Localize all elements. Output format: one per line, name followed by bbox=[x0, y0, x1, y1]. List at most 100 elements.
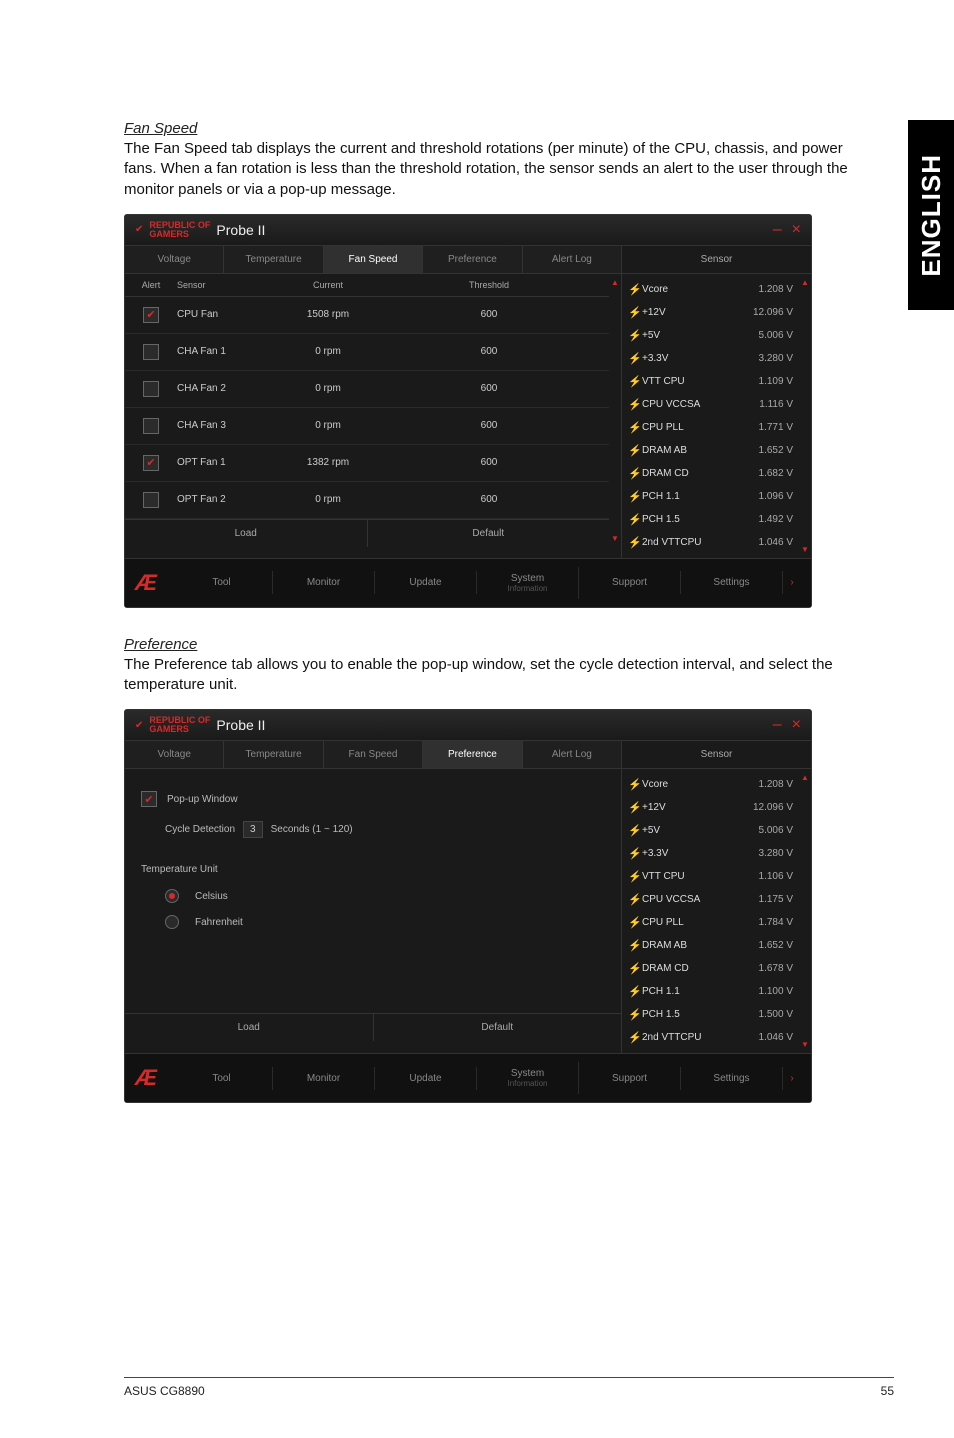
footer-settings[interactable]: Settings bbox=[681, 1067, 783, 1090]
fan-threshold-value[interactable]: 600 bbox=[373, 346, 605, 357]
tab-voltage[interactable]: Voltage bbox=[125, 246, 224, 273]
sensor-scrollbar[interactable]: ▲ ▼ bbox=[799, 274, 811, 558]
scroll-down-icon[interactable]: ▼ bbox=[801, 545, 809, 554]
default-button[interactable]: Default bbox=[368, 520, 610, 547]
sensor-value: 3.280 V bbox=[737, 353, 793, 364]
scroll-down-icon[interactable]: ▼ bbox=[611, 534, 619, 543]
footer-settings[interactable]: Settings bbox=[681, 571, 783, 594]
close-button[interactable]: × bbox=[792, 716, 801, 734]
bolt-icon: ⚡ bbox=[628, 939, 642, 952]
footer-tool[interactable]: Tool bbox=[171, 571, 273, 594]
sensor-value: 5.006 V bbox=[737, 825, 793, 836]
sensor-name: CPU VCCSA bbox=[642, 894, 737, 905]
footer-support[interactable]: Support bbox=[579, 1067, 681, 1090]
tab-alert-log[interactable]: Alert Log bbox=[523, 246, 621, 273]
bolt-icon: ⚡ bbox=[628, 421, 642, 434]
fan-threshold-value[interactable]: 600 bbox=[373, 494, 605, 505]
sensor-row: ⚡+12V12.096 V bbox=[622, 301, 799, 324]
load-button[interactable]: Load bbox=[125, 1014, 374, 1041]
sensor-row: ⚡+3.3V3.280 V bbox=[622, 842, 799, 865]
scrollbar[interactable]: ▲ ▼ bbox=[609, 274, 621, 547]
main-tabs: Voltage Temperature Fan Speed Preference… bbox=[125, 741, 621, 769]
footer-tool[interactable]: Tool bbox=[171, 1067, 273, 1090]
cycle-value-dropdown[interactable]: 3 bbox=[243, 821, 263, 838]
footer-update[interactable]: Update bbox=[375, 571, 477, 594]
sensor-value: 1.116 V bbox=[737, 399, 793, 410]
footer-monitor[interactable]: Monitor bbox=[273, 571, 375, 594]
footer-chevron-icon[interactable]: › bbox=[783, 1073, 801, 1084]
alert-checkbox[interactable] bbox=[143, 381, 159, 397]
sensor-name: +5V bbox=[642, 825, 737, 836]
titlebar: ✔ REPUBLIC OF GAMERS Probe II – × bbox=[125, 710, 811, 741]
fan-row: OPT Fan 20 rpm600 bbox=[125, 482, 609, 519]
fan-current-value: 0 rpm bbox=[283, 494, 373, 505]
tab-alert-log[interactable]: Alert Log bbox=[523, 741, 621, 768]
bolt-icon: ⚡ bbox=[628, 398, 642, 411]
footer-sysinfo[interactable]: System Information bbox=[477, 1062, 579, 1094]
tab-voltage[interactable]: Voltage bbox=[125, 741, 224, 768]
fan-threshold-value[interactable]: 600 bbox=[373, 309, 605, 320]
fahrenheit-radio[interactable] bbox=[165, 915, 179, 929]
sensor-name: +5V bbox=[642, 330, 737, 341]
alert-checkbox[interactable] bbox=[143, 492, 159, 508]
footer-support[interactable]: Support bbox=[579, 571, 681, 594]
scroll-up-icon[interactable]: ▲ bbox=[801, 278, 809, 287]
bolt-icon: ⚡ bbox=[628, 1031, 642, 1044]
col-alert-header: Alert bbox=[129, 280, 173, 290]
tab-preference[interactable]: Preference bbox=[423, 741, 522, 768]
fan-sensor-name: CHA Fan 3 bbox=[173, 420, 283, 431]
probe-window-preference: ✔ REPUBLIC OF GAMERS Probe II – × Voltag… bbox=[124, 709, 812, 1103]
tab-fan-speed[interactable]: Fan Speed bbox=[324, 246, 423, 273]
bolt-icon: ⚡ bbox=[628, 329, 642, 342]
load-button[interactable]: Load bbox=[125, 520, 368, 547]
scroll-up-icon[interactable]: ▲ bbox=[801, 773, 809, 782]
scroll-down-icon[interactable]: ▼ bbox=[801, 1040, 809, 1049]
minimize-button[interactable]: – bbox=[773, 221, 782, 239]
default-button[interactable]: Default bbox=[374, 1014, 622, 1041]
tab-preference[interactable]: Preference bbox=[423, 246, 522, 273]
tab-temperature[interactable]: Temperature bbox=[224, 246, 323, 273]
tab-fan-speed[interactable]: Fan Speed bbox=[324, 741, 423, 768]
fan-threshold-value[interactable]: 600 bbox=[373, 457, 605, 468]
popup-checkbox[interactable]: ✔ bbox=[141, 791, 157, 807]
popup-window-row[interactable]: ✔ Pop-up Window bbox=[139, 783, 607, 815]
page-footer: ASUS CG8890 55 bbox=[124, 1377, 894, 1398]
main-tabs: Voltage Temperature Fan Speed Preference… bbox=[125, 246, 621, 274]
sensor-row: ⚡2nd VTTCPU1.046 V bbox=[622, 1026, 799, 1049]
sensor-name: CPU VCCSA bbox=[642, 399, 737, 410]
footer-monitor[interactable]: Monitor bbox=[273, 1067, 375, 1090]
bolt-icon: ⚡ bbox=[628, 490, 642, 503]
close-button[interactable]: × bbox=[792, 221, 801, 239]
sensor-row: ⚡+5V5.006 V bbox=[622, 324, 799, 347]
fan-sensor-name: CHA Fan 1 bbox=[173, 346, 283, 357]
bolt-icon: ⚡ bbox=[628, 916, 642, 929]
footer-update[interactable]: Update bbox=[375, 1067, 477, 1090]
sensor-row: ⚡PCH 1.51.492 V bbox=[622, 508, 799, 531]
footer-chevron-icon[interactable]: › bbox=[783, 577, 801, 588]
celsius-row[interactable]: Celsius bbox=[139, 883, 607, 909]
alert-checkbox[interactable] bbox=[143, 344, 159, 360]
footer-sysinfo[interactable]: System Information bbox=[477, 567, 579, 599]
alert-checkbox[interactable] bbox=[143, 418, 159, 434]
bolt-icon: ⚡ bbox=[628, 962, 642, 975]
tab-temperature[interactable]: Temperature bbox=[224, 741, 323, 768]
alert-checkbox[interactable]: ✔ bbox=[143, 455, 159, 471]
fahrenheit-row[interactable]: Fahrenheit bbox=[139, 909, 607, 935]
celsius-radio[interactable] bbox=[165, 889, 179, 903]
fan-current-value: 0 rpm bbox=[283, 420, 373, 431]
sensor-name: VTT CPU bbox=[642, 376, 737, 387]
preference-heading: Preference bbox=[124, 636, 854, 653]
sensor-row: ⚡VTT CPU1.106 V bbox=[622, 865, 799, 888]
sensor-value: 1.046 V bbox=[737, 537, 793, 548]
scroll-up-icon[interactable]: ▲ bbox=[611, 278, 619, 287]
fan-threshold-value[interactable]: 600 bbox=[373, 420, 605, 431]
minimize-button[interactable]: – bbox=[773, 716, 782, 734]
sensor-name: PCH 1.1 bbox=[642, 986, 737, 997]
fan-grid-header: Alert Sensor Current Threshold bbox=[125, 274, 609, 297]
alert-checkbox[interactable]: ✔ bbox=[143, 307, 159, 323]
app-title: Probe II bbox=[216, 222, 265, 238]
sensor-name: 2nd VTTCPU bbox=[642, 1032, 737, 1043]
sensor-scrollbar[interactable]: ▲ ▼ bbox=[799, 769, 811, 1053]
footer-bar: Æ Tool Monitor Update System Information… bbox=[125, 558, 811, 607]
fan-threshold-value[interactable]: 600 bbox=[373, 383, 605, 394]
